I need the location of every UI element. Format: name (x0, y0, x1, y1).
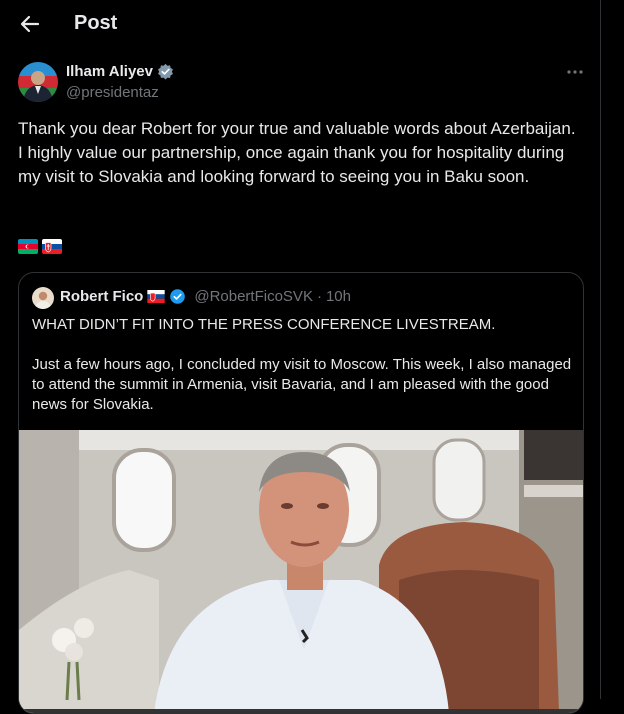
arrow-left-icon (20, 15, 40, 33)
post-header: Post (0, 0, 600, 48)
author-name-row: Ilham Aliyev (66, 63, 174, 80)
verified-badge-icon (158, 63, 173, 80)
slovakia-flag-icon (147, 290, 166, 303)
author-avatar[interactable] (18, 62, 58, 102)
quoted-text-line1: WHAT DIDN’T FIT INTO THE PRESS CONFERENC… (32, 316, 496, 333)
quoted-text: WHAT DIDN’T FIT INTO THE PRESS CONFERENC… (32, 315, 572, 415)
more-horizontal-icon (567, 70, 583, 74)
verified-badge-icon (170, 289, 186, 304)
page-title: Post (74, 12, 118, 34)
quoted-author-row: Robert Fico @RobertFicoSVK · 10h (60, 288, 351, 305)
quoted-author-name[interactable]: Robert Fico (60, 288, 143, 305)
separator-dot: · (316, 288, 322, 305)
quoted-post[interactable]: Robert Fico @RobertFicoSVK · 10h WHAT DI… (18, 272, 584, 714)
slovakia-flag-icon (42, 239, 62, 254)
quoted-video[interactable] (19, 430, 583, 713)
azerbaijan-flag-icon (18, 239, 38, 254)
quoted-time[interactable]: 10h (326, 288, 351, 305)
tweet-text: Thank you dear Robert for your true and … (18, 119, 576, 186)
flag-emojis (18, 239, 62, 254)
right-gutter (601, 0, 624, 699)
quoted-text-line2: Just a few hours ago, I concluded my vis… (32, 356, 572, 413)
author-handle[interactable]: @presidentaz (66, 84, 159, 101)
author-name[interactable]: Ilham Aliyev (66, 63, 153, 80)
back-button[interactable] (16, 10, 44, 38)
quoted-author-avatar[interactable] (32, 287, 54, 309)
quoted-handle[interactable]: @RobertFicoSVK (194, 288, 313, 305)
more-button[interactable] (564, 64, 586, 80)
post-column: Post Ilham Aliyev @presidentaz Thank you… (0, 0, 600, 714)
